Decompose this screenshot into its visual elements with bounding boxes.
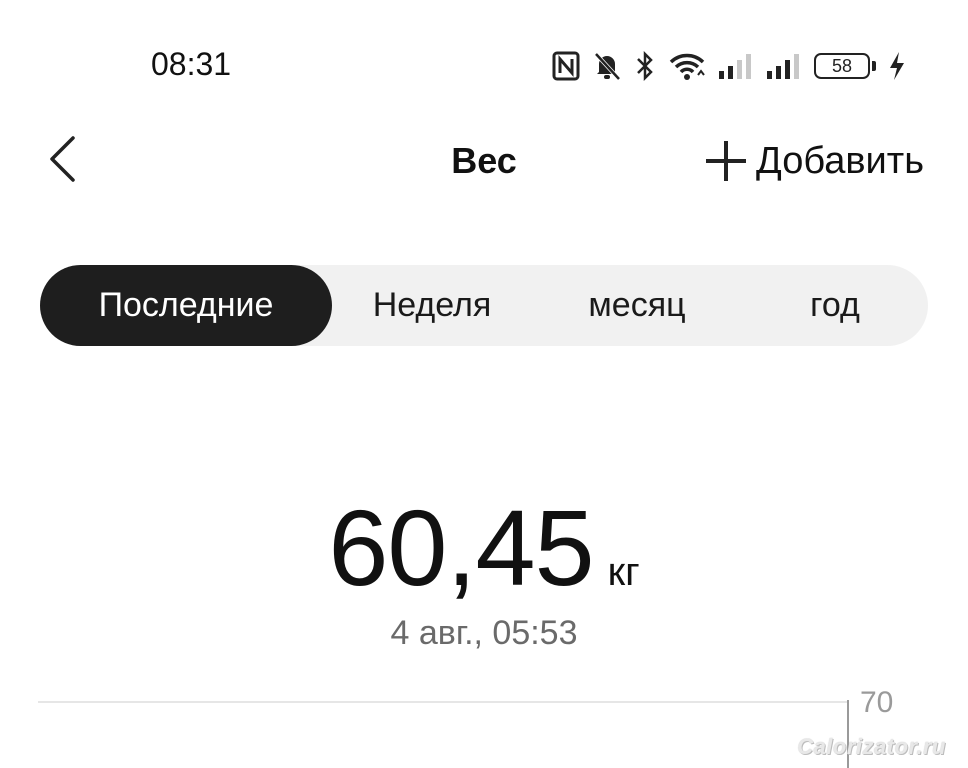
watermark: Calorizator.ru bbox=[797, 734, 946, 759]
weight-unit: кг bbox=[607, 550, 640, 594]
weight-screen: 08:31 58 Вес Добавить Последние Неделя м… bbox=[0, 0, 968, 768]
status-time: 08:31 bbox=[151, 46, 232, 82]
add-button-label: Добавить bbox=[756, 139, 924, 182]
signal-icon bbox=[718, 52, 754, 80]
plus-icon bbox=[706, 141, 747, 181]
battery-nub bbox=[872, 61, 876, 71]
bluetooth-icon bbox=[634, 51, 656, 81]
bell-off-icon bbox=[592, 51, 622, 81]
status-icons: 58 bbox=[552, 48, 906, 84]
tab-week[interactable]: Неделя bbox=[332, 265, 532, 346]
battery-level: 58 bbox=[814, 53, 870, 79]
period-tabs: Последние Неделя месяц год bbox=[40, 265, 928, 346]
signal-icon bbox=[766, 52, 802, 80]
weight-value: 60,45 bbox=[328, 487, 594, 608]
chart-y-tick-label: 70 bbox=[860, 686, 894, 719]
nfc-icon bbox=[552, 51, 580, 81]
tab-month[interactable]: месяц bbox=[532, 265, 742, 346]
chart-gridline bbox=[38, 701, 848, 703]
tab-year[interactable]: год bbox=[742, 265, 928, 346]
add-button[interactable]: Добавить bbox=[704, 136, 924, 186]
battery-icon: 58 bbox=[814, 53, 876, 79]
reading-timestamp: 4 авг., 05:53 bbox=[390, 614, 578, 652]
weight-reading: 60,45 кг bbox=[0, 485, 968, 610]
charging-icon bbox=[888, 51, 906, 81]
wifi-icon bbox=[668, 51, 706, 81]
tab-recent[interactable]: Последние bbox=[40, 265, 332, 346]
